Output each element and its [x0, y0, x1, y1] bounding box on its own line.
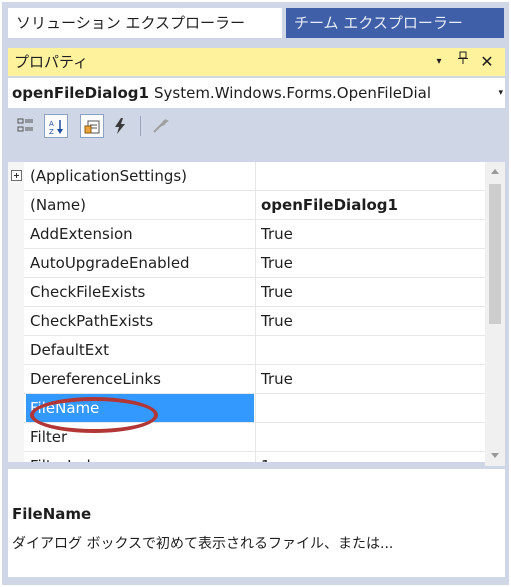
property-value[interactable]: True: [255, 365, 485, 393]
pin-icon[interactable]: [452, 48, 474, 76]
events-icon[interactable]: [108, 114, 132, 138]
property-row[interactable]: Filter: [8, 423, 485, 452]
properties-title-bar: プロパティ ▾ ✕: [8, 48, 505, 76]
tool-window-tabs: ソリューション エクスプローラー チーム エクスプローラー: [2, 2, 509, 44]
close-icon[interactable]: ✕: [476, 48, 498, 76]
property-row[interactable]: AutoUpgradeEnabled True: [8, 249, 485, 278]
properties-window: ソリューション エクスプローラー チーム エクスプローラー プロパティ ▾ ✕ …: [2, 2, 509, 585]
expand-icon[interactable]: [11, 170, 22, 181]
property-name[interactable]: (Name): [26, 191, 254, 219]
description-title: FileName: [12, 505, 92, 523]
tab-team-explorer[interactable]: チーム エクスプローラー: [286, 8, 504, 38]
property-name[interactable]: CheckPathExists: [26, 307, 254, 335]
object-type: System.Windows.Forms.OpenFileDial: [154, 84, 432, 102]
property-value[interactable]: [255, 394, 485, 422]
row-gutter: [8, 191, 24, 220]
property-value[interactable]: True: [255, 249, 485, 277]
property-value[interactable]: 1: [255, 452, 485, 462]
row-gutter: [8, 365, 24, 394]
tab-solution-explorer[interactable]: ソリューション エクスプローラー: [8, 8, 282, 38]
row-gutter: [8, 423, 24, 452]
scroll-thumb[interactable]: [489, 184, 501, 324]
window-position-dropdown-icon[interactable]: ▾: [428, 48, 450, 76]
row-gutter: [8, 162, 24, 191]
property-row[interactable]: (ApplicationSettings): [8, 162, 485, 191]
property-name[interactable]: FilterIndex: [26, 452, 254, 462]
property-name[interactable]: (ApplicationSettings): [26, 162, 254, 190]
property-row[interactable]: (Name) openFileDialog1: [8, 191, 485, 220]
description-text: ダイアログ ボックスで初めて表示されるファイル、または...: [12, 536, 394, 552]
toolbar-separator: [140, 116, 141, 136]
property-value[interactable]: [255, 423, 485, 451]
property-name[interactable]: Filter: [26, 423, 254, 451]
property-name[interactable]: AddExtension: [26, 220, 254, 248]
chevron-up-icon: [491, 169, 499, 174]
property-pages-icon[interactable]: [148, 114, 172, 138]
property-name[interactable]: FileName: [26, 394, 254, 422]
row-gutter: [8, 307, 24, 336]
svg-text:Z: Z: [49, 128, 54, 136]
svg-text:A: A: [49, 120, 54, 128]
object-selector[interactable]: openFileDialog1 System.Windows.Forms.Ope…: [8, 78, 505, 108]
property-row[interactable]: DereferenceLinks True: [8, 365, 485, 394]
property-value[interactable]: [255, 336, 485, 364]
panel-title: プロパティ: [14, 53, 89, 71]
property-value[interactable]: True: [255, 220, 485, 248]
property-row[interactable]: CheckPathExists True: [8, 307, 485, 336]
property-name[interactable]: CheckFileExists: [26, 278, 254, 306]
property-row[interactable]: FileName: [8, 394, 485, 423]
property-name[interactable]: DefaultExt: [26, 336, 254, 364]
scroll-down-button[interactable]: [485, 446, 505, 466]
property-name[interactable]: AutoUpgradeEnabled: [26, 249, 254, 277]
properties-icon[interactable]: [80, 114, 104, 138]
property-row[interactable]: AddExtension True: [8, 220, 485, 249]
property-value[interactable]: True: [255, 307, 485, 335]
chevron-down-icon: [491, 453, 499, 458]
row-gutter: [8, 249, 24, 278]
row-gutter: [8, 452, 24, 462]
property-value[interactable]: [255, 162, 485, 190]
row-gutter: [8, 278, 24, 307]
object-name: openFileDialog1: [12, 84, 149, 102]
categorized-icon[interactable]: [14, 114, 38, 138]
scroll-up-button[interactable]: [485, 162, 505, 182]
alphabetical-icon[interactable]: A Z: [44, 114, 68, 138]
property-name[interactable]: DereferenceLinks: [26, 365, 254, 393]
property-grid: (ApplicationSettings) (Name) openFileDialo…: [8, 162, 485, 462]
vertical-scrollbar[interactable]: [485, 162, 505, 466]
property-row[interactable]: CheckFileExists True: [8, 278, 485, 307]
description-pane: FileName ダイアログ ボックスで初めて表示されるファイル、または...: [8, 468, 505, 577]
chevron-down-icon[interactable]: ▾: [495, 78, 503, 108]
property-row[interactable]: DefaultExt: [8, 336, 485, 365]
row-gutter: [8, 220, 24, 249]
property-row[interactable]: FilterIndex1: [8, 452, 485, 462]
property-value[interactable]: openFileDialog1: [255, 191, 485, 219]
property-value[interactable]: True: [255, 278, 485, 306]
row-gutter: [8, 394, 24, 423]
row-gutter: [8, 336, 24, 365]
properties-toolbar: A Z: [8, 110, 505, 142]
